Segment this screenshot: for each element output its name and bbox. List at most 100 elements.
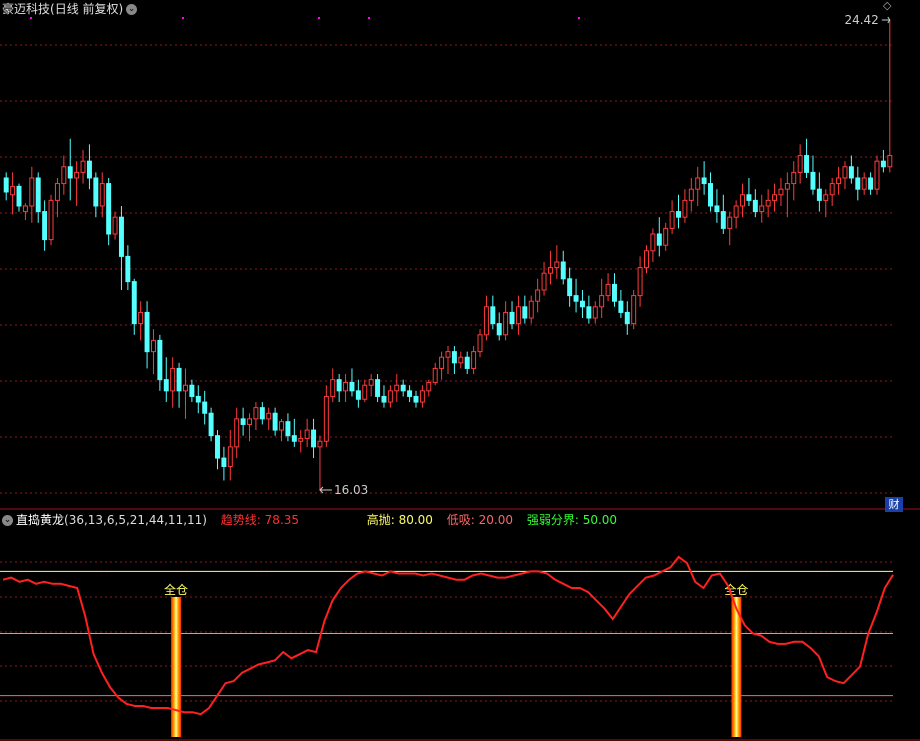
- candle[interactable]: [855, 166, 861, 201]
- candle[interactable]: [708, 172, 714, 212]
- candle[interactable]: [413, 390, 419, 408]
- period-label[interactable]: (日线 前复权): [50, 2, 123, 16]
- candle[interactable]: [535, 278, 541, 313]
- candle[interactable]: [150, 329, 156, 375]
- candle[interactable]: [618, 290, 624, 319]
- candle[interactable]: [483, 295, 489, 341]
- candle[interactable]: [759, 194, 765, 223]
- candle[interactable]: [99, 172, 105, 218]
- candle[interactable]: [727, 211, 733, 246]
- candle[interactable]: [746, 177, 752, 206]
- candle[interactable]: [22, 203, 28, 220]
- candle[interactable]: [567, 267, 573, 307]
- candle[interactable]: [874, 155, 880, 195]
- stock-name[interactable]: 豪迈科技: [2, 2, 50, 16]
- candle[interactable]: [112, 211, 118, 240]
- event-marker[interactable]: [318, 17, 320, 19]
- candle[interactable]: [458, 351, 464, 369]
- candle[interactable]: [266, 407, 272, 431]
- candle[interactable]: [407, 385, 413, 403]
- candle[interactable]: [93, 172, 99, 218]
- candle[interactable]: [586, 295, 592, 324]
- candle[interactable]: [195, 385, 201, 414]
- candle[interactable]: [368, 374, 374, 397]
- candle[interactable]: [733, 200, 739, 229]
- candle[interactable]: [29, 166, 35, 223]
- candle[interactable]: [887, 20, 893, 173]
- candle[interactable]: [797, 144, 803, 184]
- candle[interactable]: [298, 430, 304, 453]
- candle[interactable]: [669, 200, 675, 234]
- candle[interactable]: [592, 301, 598, 324]
- candle[interactable]: [227, 430, 233, 481]
- event-marker[interactable]: [578, 17, 580, 19]
- candle[interactable]: [349, 368, 355, 397]
- candle[interactable]: [189, 379, 195, 403]
- diamond-icon[interactable]: ◇: [883, 0, 893, 11]
- candle[interactable]: [182, 368, 188, 419]
- candle[interactable]: [701, 161, 707, 195]
- candle[interactable]: [208, 407, 214, 442]
- candle[interactable]: [842, 161, 848, 190]
- candle[interactable]: [138, 301, 144, 341]
- candle[interactable]: [259, 402, 265, 425]
- candle[interactable]: [80, 149, 86, 184]
- candle[interactable]: [304, 418, 310, 447]
- candle[interactable]: [215, 430, 220, 470]
- candle[interactable]: [394, 374, 400, 403]
- candle[interactable]: [515, 295, 521, 335]
- candle[interactable]: [637, 256, 643, 307]
- candle[interactable]: [163, 357, 169, 403]
- event-marker[interactable]: [368, 17, 370, 19]
- candle[interactable]: [880, 149, 886, 173]
- candle[interactable]: [106, 177, 112, 246]
- candle[interactable]: [54, 177, 60, 218]
- candle[interactable]: [868, 172, 874, 195]
- candle[interactable]: [400, 379, 406, 397]
- candle[interactable]: [362, 379, 368, 403]
- candle[interactable]: [330, 368, 336, 403]
- candle[interactable]: [554, 245, 560, 279]
- candle[interactable]: [464, 351, 470, 375]
- candle[interactable]: [3, 172, 9, 201]
- candle[interactable]: [528, 295, 534, 324]
- candle[interactable]: [579, 290, 585, 319]
- candle[interactable]: [317, 435, 323, 490]
- candle[interactable]: [503, 301, 509, 341]
- candle[interactable]: [375, 374, 381, 403]
- candle[interactable]: [541, 262, 547, 296]
- candle[interactable]: [42, 200, 48, 251]
- candle[interactable]: [35, 172, 41, 223]
- candle[interactable]: [48, 194, 54, 246]
- fin-button[interactable]: 财: [885, 497, 903, 512]
- candle[interactable]: [387, 385, 393, 408]
- candle[interactable]: [279, 418, 285, 442]
- indicator-name[interactable]: 直捣黄龙: [16, 513, 64, 527]
- full-position-signal[interactable]: 全仓: [724, 582, 748, 737]
- candle[interactable]: [439, 351, 445, 380]
- candle[interactable]: [253, 402, 259, 431]
- candle[interactable]: [118, 205, 124, 291]
- candle[interactable]: [125, 245, 131, 291]
- candle[interactable]: [202, 390, 208, 425]
- candle[interactable]: [355, 379, 361, 408]
- candle[interactable]: [157, 334, 163, 391]
- candle[interactable]: [323, 385, 329, 447]
- candle[interactable]: [688, 177, 694, 212]
- candle[interactable]: [784, 172, 790, 218]
- candle[interactable]: [311, 418, 317, 459]
- candle[interactable]: [848, 155, 854, 184]
- candle[interactable]: [477, 329, 483, 358]
- candle[interactable]: [829, 177, 835, 206]
- candle[interactable]: [471, 346, 477, 375]
- candle[interactable]: [144, 301, 150, 369]
- candle[interactable]: [170, 357, 176, 408]
- full-position-signal[interactable]: 全仓: [164, 582, 188, 737]
- candle[interactable]: [547, 250, 553, 285]
- candle[interactable]: [67, 138, 73, 201]
- candle[interactable]: [599, 278, 605, 319]
- candle[interactable]: [419, 385, 425, 408]
- candle[interactable]: [86, 144, 92, 190]
- candle[interactable]: [522, 295, 528, 324]
- candle[interactable]: [381, 385, 387, 408]
